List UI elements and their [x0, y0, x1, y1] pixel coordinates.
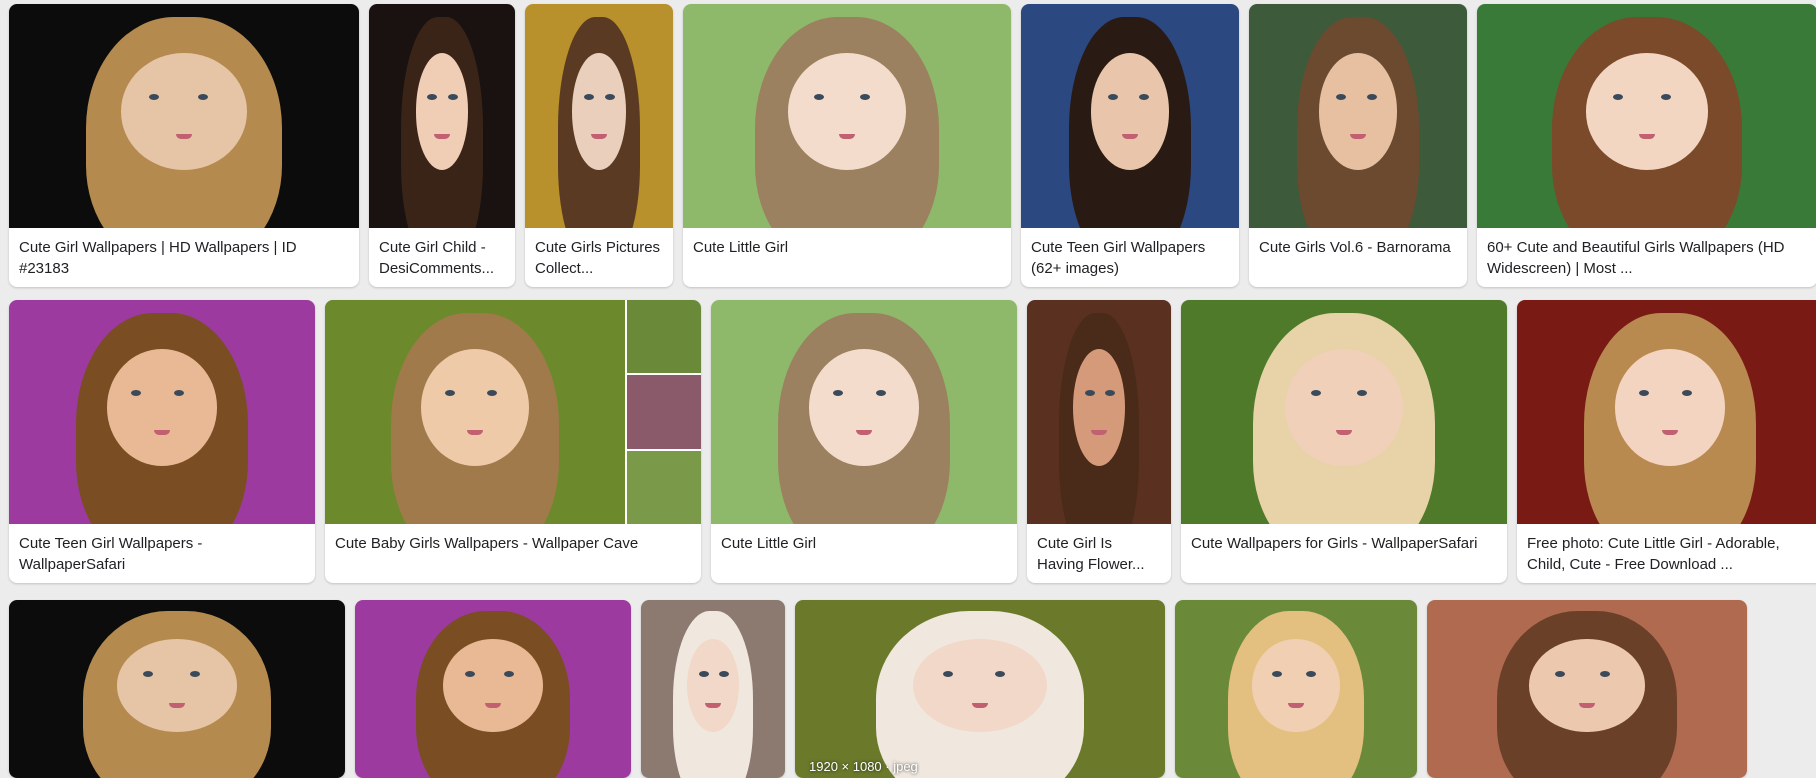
result-image [641, 600, 785, 778]
results-row-2: Cute Teen Girl Wallpapers - WallpaperSaf… [0, 300, 1816, 583]
results-row-3: 1920 × 1080 · jpeg [0, 600, 1816, 778]
result-image [1175, 600, 1417, 778]
image-results-grid: Cute Girl Wallpapers | HD Wallpapers | I… [0, 0, 1816, 778]
result-thumbnail[interactable] [9, 300, 315, 524]
image-dimensions-badge: 1920 × 1080 · jpeg [809, 759, 918, 774]
result-thumbnail[interactable] [525, 4, 673, 228]
result-image [1021, 4, 1239, 228]
result-thumbnail[interactable] [325, 300, 701, 524]
result-image [795, 600, 1165, 778]
result-thumbnail[interactable] [1027, 300, 1171, 524]
result-title[interactable]: Free photo: Cute Little Girl - Adorable,… [1517, 524, 1816, 583]
result-image [1027, 300, 1171, 524]
result-image [1477, 4, 1816, 228]
image-result-card[interactable]: 60+ Cute and Beautiful Girls Wallpapers … [1477, 4, 1816, 287]
image-result-card[interactable]: Cute Little Girl [711, 300, 1017, 583]
image-result-card[interactable]: 1920 × 1080 · jpeg [795, 600, 1165, 778]
result-title[interactable]: Cute Girls Vol.6 - Barnorama [1249, 228, 1467, 287]
image-result-card[interactable]: Cute Girl Is Having Flower... [1027, 300, 1171, 583]
result-title[interactable]: Cute Teen Girl Wallpapers - WallpaperSaf… [9, 524, 315, 583]
result-image [683, 4, 1011, 228]
image-result-card[interactable] [1175, 600, 1417, 778]
image-result-card[interactable]: Cute Girls Vol.6 - Barnorama [1249, 4, 1467, 287]
result-title[interactable]: Cute Little Girl [683, 228, 1011, 287]
image-result-card[interactable]: Cute Girl Wallpapers | HD Wallpapers | I… [9, 4, 359, 287]
result-image [1427, 600, 1747, 778]
image-result-card[interactable]: Cute Teen Girl Wallpapers (62+ images) [1021, 4, 1239, 287]
result-thumbnail[interactable] [1249, 4, 1467, 228]
result-image [1181, 300, 1507, 524]
result-title[interactable]: Cute Girl Wallpapers | HD Wallpapers | I… [9, 228, 359, 287]
result-image [9, 300, 315, 524]
results-row-1: Cute Girl Wallpapers | HD Wallpapers | I… [0, 4, 1816, 287]
image-result-card[interactable]: Cute Girls Pictures Collect... [525, 4, 673, 287]
result-thumbnail[interactable] [1175, 600, 1417, 778]
result-title[interactable]: Cute Girl Child - DesiComments... [369, 228, 515, 287]
result-title[interactable]: Cute Girls Pictures Collect... [525, 228, 673, 287]
result-thumbnail[interactable] [641, 600, 785, 778]
result-image [369, 4, 515, 228]
image-result-card[interactable]: Cute Teen Girl Wallpapers - WallpaperSaf… [9, 300, 315, 583]
image-result-card[interactable] [9, 600, 345, 778]
result-image [525, 4, 673, 228]
result-image [1249, 4, 1467, 228]
image-result-card[interactable] [355, 600, 631, 778]
result-title[interactable]: Cute Wallpapers for Girls - WallpaperSaf… [1181, 524, 1507, 583]
result-thumbnail[interactable] [711, 300, 1017, 524]
image-result-card[interactable] [1427, 600, 1747, 778]
result-thumbnail[interactable] [9, 600, 345, 778]
image-result-card[interactable] [641, 600, 785, 778]
result-image [1517, 300, 1816, 524]
result-title[interactable]: Cute Teen Girl Wallpapers (62+ images) [1021, 228, 1239, 287]
result-thumbnail[interactable] [1477, 4, 1816, 228]
result-thumbnail[interactable] [683, 4, 1011, 228]
result-thumbnail[interactable] [9, 4, 359, 228]
result-image [711, 300, 1017, 524]
image-result-card[interactable]: Cute Baby Girls Wallpapers - Wallpaper C… [325, 300, 701, 583]
result-title[interactable]: Cute Girl Is Having Flower... [1027, 524, 1171, 583]
result-thumbnail[interactable] [1517, 300, 1816, 524]
result-thumbnail[interactable] [1021, 4, 1239, 228]
result-title[interactable]: 60+ Cute and Beautiful Girls Wallpapers … [1477, 228, 1816, 287]
result-thumbnail[interactable] [1427, 600, 1747, 778]
result-thumbnail[interactable] [355, 600, 631, 778]
result-image [325, 300, 701, 524]
image-result-card[interactable]: Cute Little Girl [683, 4, 1011, 287]
result-title[interactable]: Cute Little Girl [711, 524, 1017, 583]
result-image [355, 600, 631, 778]
image-result-card[interactable]: Cute Wallpapers for Girls - WallpaperSaf… [1181, 300, 1507, 583]
result-title[interactable]: Cute Baby Girls Wallpapers - Wallpaper C… [325, 524, 701, 583]
result-thumbnail[interactable] [1181, 300, 1507, 524]
result-thumbnail[interactable]: 1920 × 1080 · jpeg [795, 600, 1165, 778]
image-result-card[interactable]: Free photo: Cute Little Girl - Adorable,… [1517, 300, 1816, 583]
image-result-card[interactable]: Cute Girl Child - DesiComments... [369, 4, 515, 287]
result-image [9, 600, 345, 778]
result-thumbnail[interactable] [369, 4, 515, 228]
result-image [9, 4, 359, 228]
